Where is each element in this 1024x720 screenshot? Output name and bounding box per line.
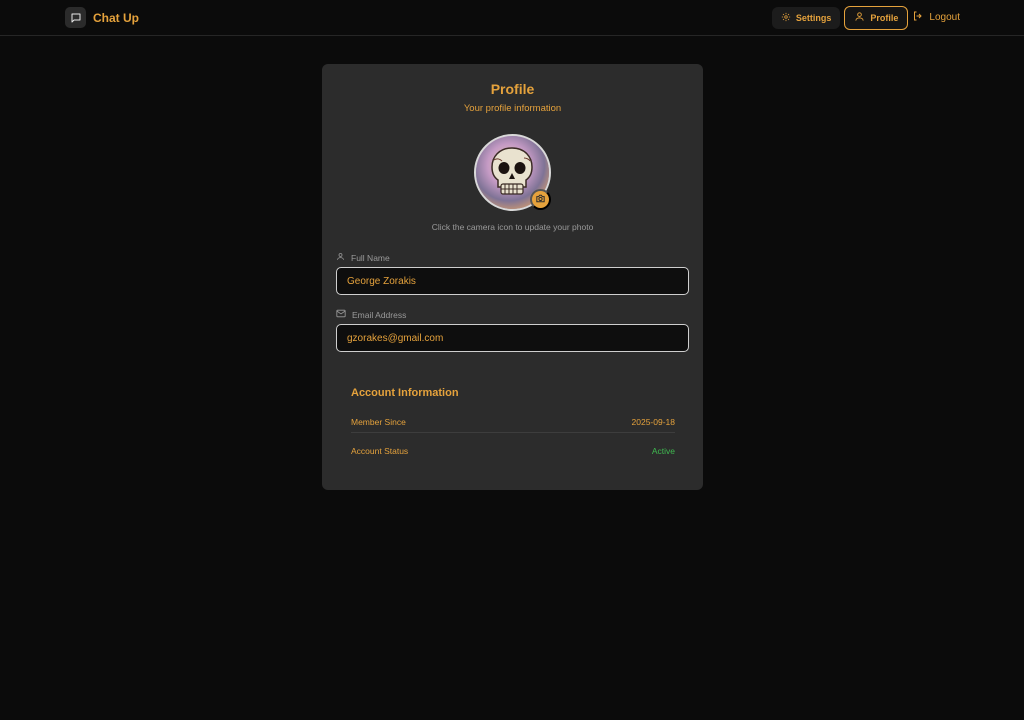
app-name: Chat Up	[93, 10, 139, 25]
top-navbar: Chat Up Settings Profile Logout	[0, 0, 1024, 36]
status-badge: Active	[651, 446, 675, 456]
member-since-value: 2025-09-18	[631, 417, 675, 427]
logout-icon	[912, 10, 924, 25]
photo-hint: Click the camera icon to update your pho…	[431, 222, 594, 232]
profile-button[interactable]: Profile	[844, 5, 909, 30]
full-name-label: Full Name	[336, 252, 390, 263]
gear-icon	[781, 12, 791, 24]
settings-label: Settings	[795, 12, 832, 23]
account-info-title: Account Information	[351, 387, 459, 399]
logout-button[interactable]: Logout	[912, 7, 960, 29]
logout-label: Logout	[929, 12, 960, 23]
user-icon	[336, 252, 345, 263]
page-subtitle: Your profile information	[463, 103, 562, 114]
settings-button[interactable]: Settings	[771, 6, 841, 29]
chat-bubble-icon	[65, 7, 86, 28]
avatar-container	[474, 134, 552, 212]
page-title: Profile	[490, 81, 535, 97]
camera-icon	[535, 192, 546, 207]
nav-actions: Settings Profile Logout	[771, 5, 960, 30]
mail-icon	[336, 309, 346, 320]
profile-card: Profile Your profile information Click t…	[322, 64, 703, 490]
change-photo-button[interactable]	[530, 189, 551, 210]
email-field[interactable]	[336, 324, 689, 352]
member-since-label: Member Since	[351, 417, 406, 427]
full-name-label-text: Full Name	[351, 252, 390, 263]
profile-label: Profile	[870, 12, 899, 23]
account-status-label: Account Status	[351, 446, 409, 456]
member-since-row: Member Since 2025-09-18	[351, 417, 675, 427]
email-label: Email Address	[336, 309, 406, 320]
account-status-row: Account Status Active	[351, 446, 675, 456]
divider	[351, 432, 675, 433]
brand-link[interactable]: Chat Up	[65, 7, 139, 28]
user-icon	[854, 11, 865, 24]
full-name-field[interactable]	[336, 267, 689, 295]
email-label-text: Email Address	[352, 309, 407, 320]
